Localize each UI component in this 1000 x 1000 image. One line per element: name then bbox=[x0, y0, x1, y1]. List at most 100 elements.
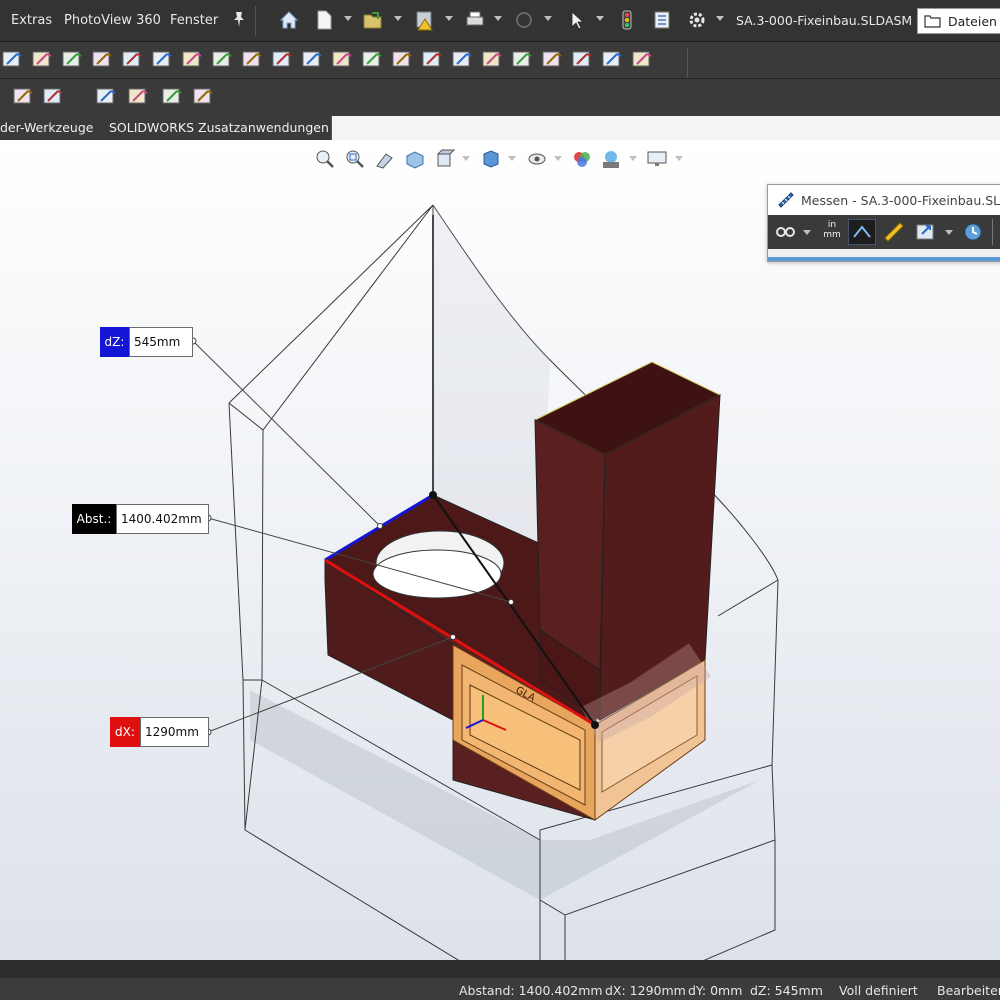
search-files-box[interactable]: Dateien un bbox=[917, 8, 1000, 34]
apply-scene-dropdown[interactable] bbox=[629, 156, 637, 161]
edit-appearance-icon[interactable] bbox=[571, 148, 593, 170]
search-files-label: Dateien un bbox=[948, 14, 1000, 29]
view-settings-dropdown[interactable] bbox=[675, 156, 683, 161]
arc-circle-measure-icon[interactable] bbox=[773, 220, 797, 244]
command-toolbar-row-1 bbox=[0, 42, 1000, 79]
row1-tool-icon-22[interactable] bbox=[630, 48, 654, 72]
measure-dialog[interactable]: Messen - SA.3-000-Fixeinbau.SLD in mm bbox=[767, 184, 1000, 262]
measure-toolbar: in mm bbox=[768, 215, 1000, 249]
show-xyz-measurements-icon[interactable] bbox=[848, 219, 876, 245]
row1-tool-icon-19[interactable] bbox=[540, 48, 564, 72]
row1-tool-icon-6[interactable] bbox=[150, 48, 174, 72]
tab-render-tools[interactable]: der-Werkzeuge bbox=[0, 116, 103, 140]
view-settings-monitor-icon[interactable] bbox=[646, 148, 668, 170]
new-document-icon[interactable] bbox=[313, 9, 335, 31]
apply-scene-icon[interactable] bbox=[600, 148, 622, 170]
callout-distance: Abst.: 1400.402mm bbox=[72, 504, 209, 534]
file-properties-icon[interactable] bbox=[651, 9, 673, 31]
view-orientation-icon[interactable] bbox=[434, 148, 456, 170]
status-dz: dZ: 545mm bbox=[750, 983, 823, 998]
menu-extras[interactable]: Extras bbox=[11, 13, 52, 28]
menu-bar: Extras PhotoView 360 Fenster SA.3-000-Fi… bbox=[0, 0, 1000, 42]
print-dropdown-arrow[interactable] bbox=[494, 16, 502, 21]
measure-history-icon[interactable] bbox=[961, 220, 985, 244]
measure-dialog-titlebar[interactable]: Messen - SA.3-000-Fixeinbau.SLD bbox=[768, 185, 1000, 215]
units-in-label: in bbox=[827, 220, 837, 230]
print-icon[interactable] bbox=[464, 9, 486, 31]
row1-tool-icon-7[interactable] bbox=[180, 48, 204, 72]
display-style-dropdown[interactable] bbox=[508, 156, 516, 161]
row1-tool-icon-18[interactable] bbox=[510, 48, 534, 72]
row2-tool-icon-6[interactable] bbox=[94, 85, 118, 109]
row2-tool-icon-7[interactable] bbox=[126, 85, 150, 109]
row2-tool-icon-4[interactable] bbox=[11, 85, 35, 109]
row1-tool-icon-4[interactable] bbox=[90, 48, 114, 72]
measure-point-start[interactable] bbox=[429, 491, 437, 499]
row1-tool-icon-20[interactable] bbox=[570, 48, 594, 72]
status-dy: dY: 0mm bbox=[688, 983, 743, 998]
save-dropdown-arrow[interactable] bbox=[445, 16, 453, 21]
row1-tool-icon-15[interactable] bbox=[420, 48, 444, 72]
status-edit-mode[interactable]: Bearbeiten bbox=[937, 983, 1000, 998]
undo-dropdown-arrow[interactable] bbox=[544, 16, 552, 21]
open-dropdown-arrow[interactable] bbox=[394, 16, 402, 21]
chute-front-face bbox=[534, 419, 606, 671]
row1-tool-icon-11[interactable] bbox=[300, 48, 324, 72]
callout-distance-label: Abst.: bbox=[72, 504, 116, 534]
save-warning-icon[interactable] bbox=[414, 9, 436, 31]
hide-show-dropdown[interactable] bbox=[554, 156, 562, 161]
row1-tool-icon-12[interactable] bbox=[330, 48, 354, 72]
row1-tool-icon-5[interactable] bbox=[120, 48, 144, 72]
display-style-icon[interactable] bbox=[480, 148, 502, 170]
row1-tool-icon-10[interactable] bbox=[270, 48, 294, 72]
callout-dx-label: dX: bbox=[110, 717, 140, 747]
measure-point-end[interactable] bbox=[591, 721, 599, 729]
graphics-area[interactable]: GLA dZ: 545mm Abst.: 1400.402mm dX: 1290… bbox=[0, 140, 1000, 960]
row1-tool-icon-3[interactable] bbox=[60, 48, 84, 72]
menu-photoview[interactable]: PhotoView 360 bbox=[64, 13, 161, 28]
options-dropdown-arrow[interactable] bbox=[716, 16, 724, 21]
select-pointer-icon[interactable] bbox=[566, 9, 588, 31]
units-mm-label: mm bbox=[823, 230, 841, 240]
new-dropdown-arrow[interactable] bbox=[344, 16, 352, 21]
row2-tool-icon-5[interactable] bbox=[41, 85, 65, 109]
zoom-to-area-icon[interactable] bbox=[344, 148, 366, 170]
row1-tool-icon-17[interactable] bbox=[480, 48, 504, 72]
select-dropdown-arrow[interactable] bbox=[596, 16, 604, 21]
row1-tool-icon-9[interactable] bbox=[240, 48, 264, 72]
view-orientation-dropdown[interactable] bbox=[462, 156, 470, 161]
section-view-icon[interactable] bbox=[404, 148, 426, 170]
home-icon[interactable] bbox=[278, 9, 300, 31]
row1-tool-icon-14[interactable] bbox=[390, 48, 414, 72]
menu-fenster[interactable]: Fenster bbox=[170, 13, 218, 28]
row1-tool-icon-8[interactable] bbox=[210, 48, 234, 72]
undo-icon[interactable] bbox=[513, 9, 535, 31]
row2-tool-icon-8[interactable] bbox=[160, 85, 184, 109]
separator bbox=[992, 219, 993, 245]
rebuild-traffic-light-icon[interactable] bbox=[616, 9, 638, 31]
separator bbox=[255, 6, 256, 36]
tab-solidworks-addins[interactable]: SOLIDWORKS Zusatzanwendungen bbox=[101, 116, 332, 140]
row2-tool-icon-9[interactable] bbox=[191, 85, 215, 109]
arc-circle-dropdown[interactable] bbox=[803, 230, 811, 235]
document-title: SA.3-000-Fixeinbau.SLDASM * bbox=[736, 13, 923, 28]
zoom-to-fit-icon[interactable] bbox=[314, 148, 336, 170]
assembly-model-scene[interactable]: GLA bbox=[0, 140, 1000, 960]
row1-tool-icon-21[interactable] bbox=[600, 48, 624, 72]
previous-view-icon[interactable] bbox=[374, 148, 396, 170]
callout-dz-value: 545mm bbox=[129, 327, 193, 357]
callout-dz-label: dZ: bbox=[100, 327, 129, 357]
row1-tool-icon-2[interactable] bbox=[30, 48, 54, 72]
units-precision-button[interactable]: in mm bbox=[819, 220, 845, 244]
row1-tool-icon-13[interactable] bbox=[360, 48, 384, 72]
projected-on-icon[interactable] bbox=[914, 220, 938, 244]
point-to-point-icon[interactable] bbox=[882, 220, 906, 244]
row1-tool-icon-16[interactable] bbox=[450, 48, 474, 72]
hide-show-items-icon[interactable] bbox=[526, 148, 548, 170]
pin-icon[interactable] bbox=[230, 10, 248, 28]
row1-tool-icon-1[interactable] bbox=[0, 48, 24, 72]
open-document-icon[interactable] bbox=[362, 9, 384, 31]
options-gear-icon[interactable] bbox=[686, 9, 708, 31]
heads-up-view-toolbar bbox=[312, 146, 692, 174]
projected-on-dropdown[interactable] bbox=[945, 230, 953, 235]
